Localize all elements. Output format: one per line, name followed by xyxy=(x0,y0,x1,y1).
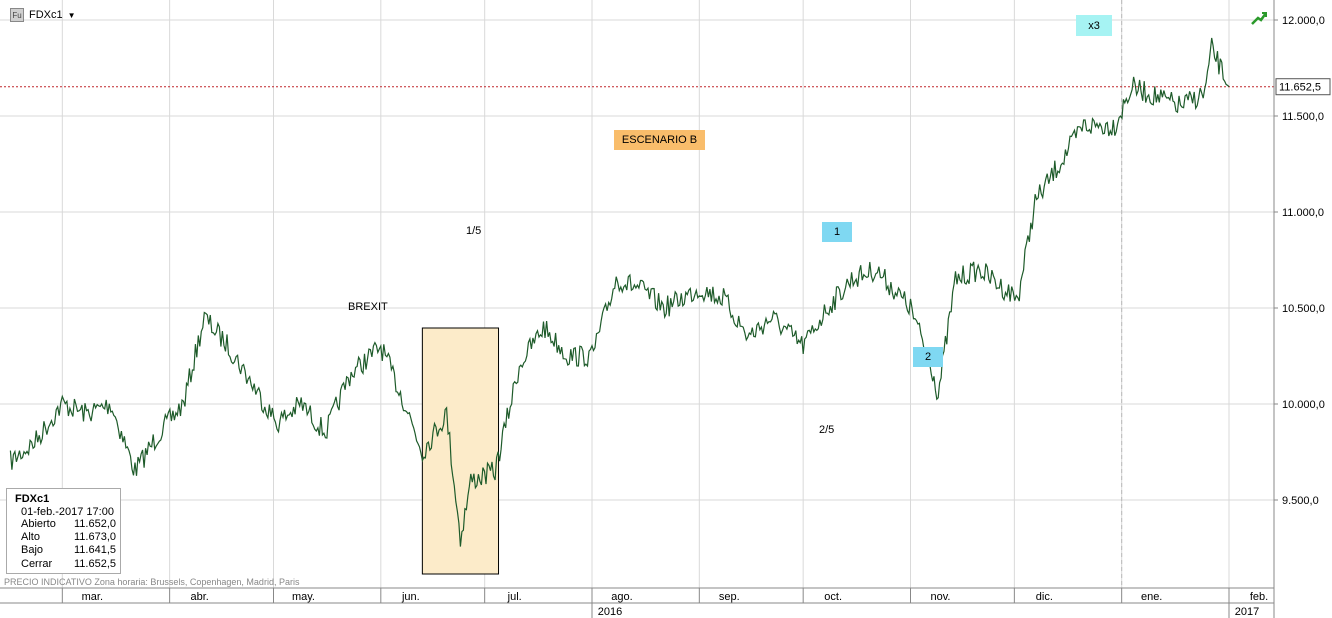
brexit-label: BREXIT xyxy=(348,301,388,313)
info-row-close: Cerrar 11.652,5 xyxy=(21,557,116,570)
y-tick-label: 11.500,0 xyxy=(1282,111,1324,123)
x-tick-label: jul. xyxy=(507,591,522,603)
info-row-high: Alto 11.673,0 xyxy=(21,531,116,544)
info-row-low: Bajo 11.641,5 xyxy=(21,544,116,557)
info-datetime: 01-feb.-2017 17:00 xyxy=(21,506,114,518)
timezone-footnote: PRECIO INDICATIVO Zona horaria: Brussels… xyxy=(4,577,300,587)
wave-label-two-fifth: 2/5 xyxy=(819,424,835,436)
futures-icon: Fu xyxy=(10,8,24,22)
ohlc-info-box: FDXc1 01-feb.-2017 17:00 Abierto 11.652,0… xyxy=(6,488,121,574)
info-row-open: Abierto 11.652,0 xyxy=(21,518,116,530)
x-tick-label: ago. xyxy=(611,591,632,603)
x-tick-label: nov. xyxy=(931,591,951,603)
y-tick-label: 9.500,0 xyxy=(1282,495,1319,507)
escenario-label: ESCENARIO B xyxy=(614,130,705,150)
last-price-tag: 11.652,5 xyxy=(1275,78,1331,96)
info-symbol: FDXc1 xyxy=(15,493,50,505)
wave-label-x3: x3 xyxy=(1076,15,1112,36)
symbol-label[interactable]: FDXc1 xyxy=(29,9,63,21)
chevron-down-icon[interactable]: ▼ xyxy=(68,11,76,20)
chart-axes xyxy=(0,0,1275,618)
trend-up-icon[interactable] xyxy=(1250,10,1268,26)
year-label: 2016 xyxy=(598,606,622,618)
x-tick-label: mar. xyxy=(82,591,103,603)
y-tick-label: 12.000,0 xyxy=(1282,15,1325,27)
y-tick-label: 10.000,0 xyxy=(1282,399,1325,411)
x-tick-label: jun. xyxy=(401,591,420,603)
price-series xyxy=(9,37,1230,547)
last-price-tag-label: 11.652,5 xyxy=(1279,82,1321,94)
x-tick-label: oct. xyxy=(824,591,842,603)
x-tick-label: dic. xyxy=(1036,591,1053,603)
wave-label-one: 1 xyxy=(822,222,852,242)
x-tick-label: abr. xyxy=(190,591,208,603)
brexit-region xyxy=(421,327,500,575)
y-tick-label: 10.500,0 xyxy=(1282,303,1325,315)
year-label: 2017 xyxy=(1235,606,1259,618)
y-tick-label: 11.000,0 xyxy=(1282,207,1324,219)
wave-label-two: 2 xyxy=(913,347,943,367)
chart-header: Fu FDXc1 ▼ xyxy=(10,8,76,22)
chart-grid xyxy=(0,0,1274,588)
x-tick-label: may. xyxy=(292,591,315,603)
price-chart: 9.500,0 10.000,0 10.500,0 11.000,0 11.500,0 1… xyxy=(0,0,1331,618)
x-tick-label: feb. xyxy=(1250,591,1268,603)
x-tick-label: sep. xyxy=(719,591,740,603)
wave-label-one-fifth: 1/5 xyxy=(466,225,482,237)
price-series-line xyxy=(9,37,1230,547)
x-tick-label: ene. xyxy=(1141,591,1162,603)
